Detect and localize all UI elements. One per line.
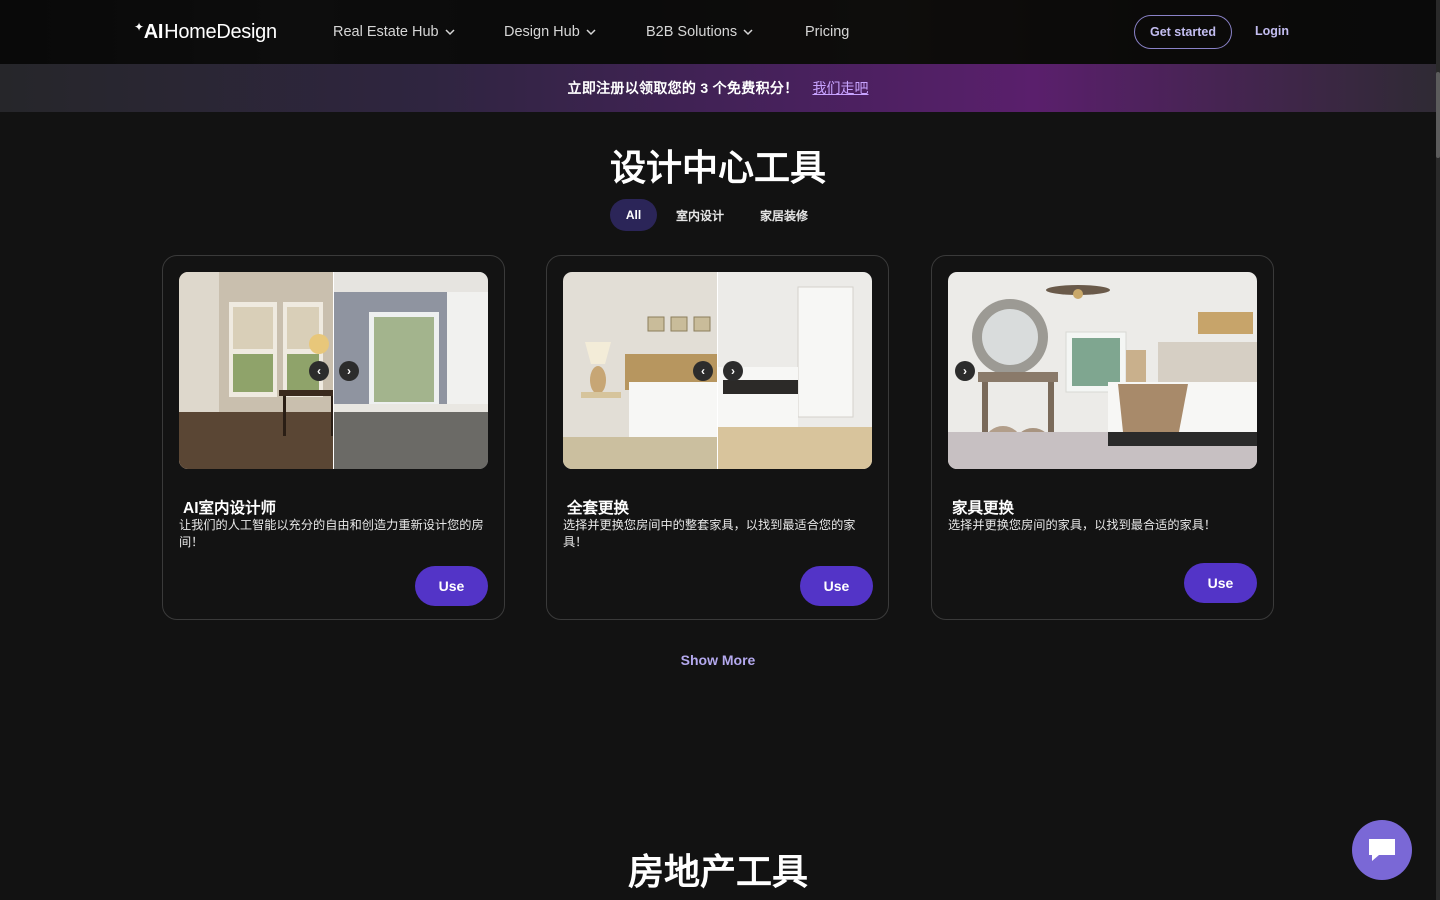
card-description: 选择并更换您房间中的整套家具，以找到最适合您的家具！ — [563, 518, 856, 549]
before-after-image: › — [948, 272, 1257, 469]
get-started-button[interactable]: Get started — [1134, 15, 1232, 49]
use-button[interactable]: Use — [415, 566, 488, 606]
before-after-image: ‹ › — [179, 272, 488, 469]
card-title: 家具更换 — [952, 500, 1015, 517]
chevron-down-icon — [586, 29, 596, 36]
promo-banner: 立即注册以领取您的 3 个免费积分！ 我们走吧 — [0, 64, 1436, 112]
nav-real-estate-hub[interactable]: Real Estate Hub — [333, 22, 455, 42]
chat-widget-button[interactable] — [1352, 820, 1412, 880]
card-description: 让我们的人工智能以充分的自由和创造力重新设计您的房间！ — [179, 518, 484, 549]
login-link[interactable]: Login — [1255, 24, 1289, 38]
sparkle-icon: ✦ — [134, 20, 144, 34]
design-section-title: 设计中心工具 — [609, 147, 826, 188]
nav-item-label: B2B Solutions — [646, 24, 738, 40]
real-estate-section-title: 房地产工具 — [627, 851, 808, 892]
nav-design-hub[interactable]: Design Hub — [504, 22, 596, 42]
next-arrow-icon[interactable]: › — [339, 361, 359, 381]
nav-b2b-solutions[interactable]: B2B Solutions — [646, 22, 753, 42]
tool-card-furniture-replacement: › 家具更换 选择并更换您房间的家具，以找到最合适的家具！ Use — [931, 255, 1274, 620]
logo-ai-text: AI — [143, 20, 164, 43]
filter-interior-design[interactable]: 室内设计 — [667, 199, 733, 231]
card-description: 选择并更换您房间的家具，以找到最合适的家具！ — [948, 518, 1217, 532]
prev-arrow-icon[interactable]: ‹ — [693, 361, 713, 381]
use-button[interactable]: Use — [1184, 563, 1257, 603]
logo-brand-text: HomeDesign — [164, 20, 277, 43]
nav-item-label: Design Hub — [504, 24, 580, 40]
brand-logo[interactable]: ✦ AI HomeDesign — [134, 19, 277, 45]
next-arrow-icon[interactable]: › — [723, 361, 743, 381]
prev-arrow-icon[interactable]: ‹ — [309, 361, 329, 381]
comparison-divider[interactable] — [333, 272, 334, 469]
nav-item-label: Real Estate Hub — [333, 24, 439, 40]
master-bedroom-photo — [948, 272, 1257, 469]
chat-bubble-icon — [1369, 839, 1395, 861]
promo-link[interactable]: 我们走吧 — [812, 78, 868, 98]
card-title: 全套更换 — [567, 500, 630, 517]
promo-text: 立即注册以领取您的 3 个免费积分！ — [567, 80, 799, 96]
scrollbar-thumb[interactable] — [1436, 72, 1440, 158]
chevron-down-icon — [743, 29, 753, 36]
card-title: AI室内设计师 — [183, 500, 277, 517]
before-after-image: ‹ › — [563, 272, 872, 469]
tool-card-full-set-replacement: ‹ › 全套更换 选择并更换您房间中的整套家具，以找到最适合您的家具！ Use — [546, 255, 889, 620]
comparison-divider[interactable] — [717, 272, 718, 469]
use-button[interactable]: Use — [800, 566, 873, 606]
chevron-down-icon — [445, 29, 455, 36]
filter-all[interactable]: All — [610, 199, 657, 231]
top-navbar: ✦ AI HomeDesign Real Estate Hub Design H… — [0, 0, 1436, 64]
next-arrow-icon[interactable]: › — [955, 361, 975, 381]
nav-pricing[interactable]: Pricing — [805, 22, 849, 42]
show-more-button[interactable]: Show More — [0, 652, 1436, 668]
nav-item-label: Pricing — [805, 24, 850, 40]
tool-card-ai-interior-designer: ‹ › AI室内设计师 让我们的人工智能以充分的自由和创造力重新设计您的房间！ … — [162, 255, 505, 620]
filter-home-renovation[interactable]: 家居装修 — [751, 199, 817, 231]
filter-tabs: All 室内设计 家居装修 — [610, 199, 817, 231]
